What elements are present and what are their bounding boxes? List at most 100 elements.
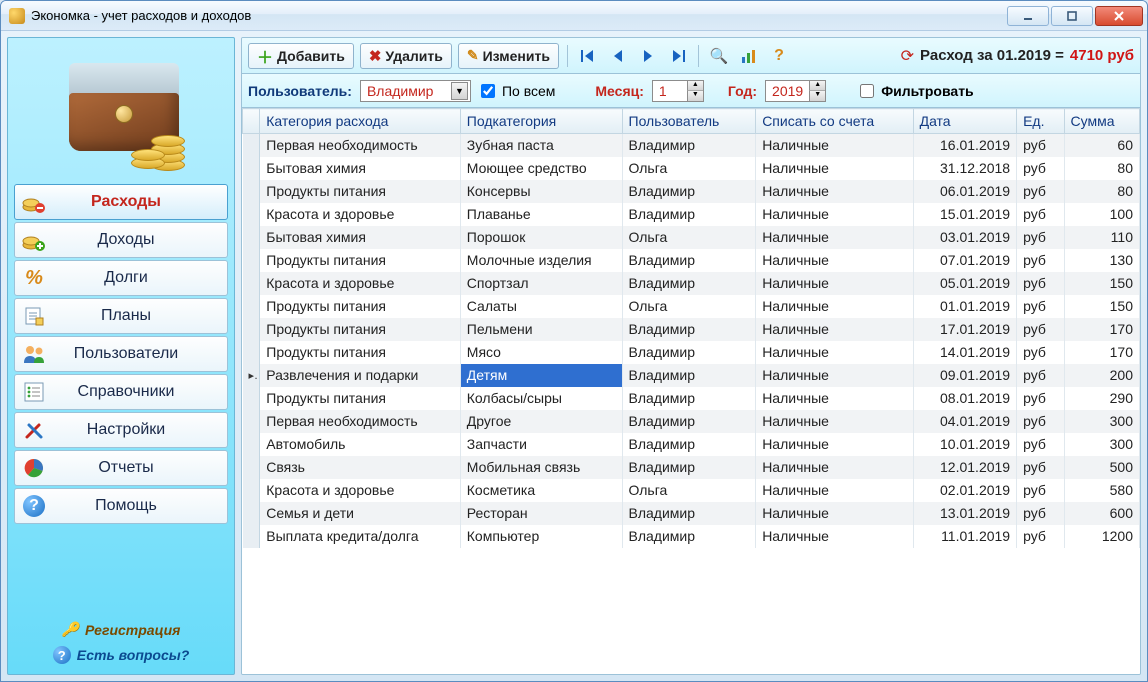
cell-user: Владимир [622,456,756,479]
spinner-up-icon[interactable]: ▲ [809,81,825,91]
add-label: Добавить [277,48,345,64]
delete-button[interactable]: ✖ Удалить [360,43,452,69]
row-marker [243,479,260,502]
cell-category: Красота и здоровье [260,272,461,295]
cell-unit: руб [1017,433,1064,456]
table-row[interactable]: Семья и детиРесторанВладимирНаличные13.0… [243,502,1140,525]
filter-checkbox[interactable]: Фильтровать [856,81,973,101]
cell-unit: руб [1017,157,1064,180]
table-row[interactable]: Выплата кредита/долгаКомпьютерВладимирНа… [243,525,1140,548]
sidebar-item-users[interactable]: Пользователи [14,336,228,372]
cell-unit: руб [1017,272,1064,295]
maximize-button[interactable] [1051,6,1093,26]
col-sum[interactable]: Сумма [1064,109,1139,134]
table-row[interactable]: ▸Развлечения и подаркиДетямВладимирНалич… [243,364,1140,387]
nav-first-button[interactable] [576,45,600,67]
expenses-table[interactable]: Категория расхода Подкатегория Пользоват… [242,108,1140,674]
col-unit[interactable]: Ед. [1017,109,1064,134]
faq-link[interactable]: ? Есть вопросы? [14,642,228,668]
col-account[interactable]: Списать со счета [756,109,913,134]
sidebar-item-notes[interactable]: Планы [14,298,228,334]
help-button[interactable]: ? [767,45,791,67]
cell-unit: руб [1017,387,1064,410]
table-row[interactable]: Первая необходимостьДругоеВладимирНаличн… [243,410,1140,433]
edit-button[interactable]: ✎ Изменить [458,43,559,69]
table-row[interactable]: Продукты питанияМолочные изделияВладимир… [243,249,1140,272]
sidebar-item-label: Отчеты [53,459,199,477]
cell-date: 15.01.2019 [913,203,1017,226]
minimize-button[interactable] [1007,6,1049,26]
cell-subcategory: Консервы [460,180,622,203]
cell-account: Наличные [756,157,913,180]
nav-last-button[interactable] [666,45,690,67]
table-row[interactable]: Бытовая химияПорошокОльгаНаличные03.01.2… [243,226,1140,249]
row-marker [243,456,260,479]
cell-date: 03.01.2019 [913,226,1017,249]
cell-user: Ольга [622,226,756,249]
sidebar-item-help[interactable]: ?Помощь [14,488,228,524]
col-date[interactable]: Дата [913,109,1017,134]
cell-unit: руб [1017,318,1064,341]
table-row[interactable]: Красота и здоровьеПлаваньеВладимирНаличн… [243,203,1140,226]
cell-user: Владимир [622,272,756,295]
row-marker [243,134,260,157]
col-category[interactable]: Категория расхода [260,109,461,134]
tools-icon [21,417,47,443]
table-row[interactable]: Продукты питанияПельмениВладимирНаличные… [243,318,1140,341]
table-row[interactable]: Продукты питанияМясоВладимирНаличные14.0… [243,341,1140,364]
month-spinner[interactable]: 1 ▲▼ [652,80,704,102]
nav-next-button[interactable] [636,45,660,67]
all-users-checkbox-input[interactable] [481,84,495,98]
add-button[interactable]: ＋ Добавить [248,43,354,69]
cell-sum: 300 [1064,410,1139,433]
all-users-checkbox[interactable]: По всем [477,81,555,101]
cell-unit: руб [1017,249,1064,272]
col-user[interactable]: Пользователь [622,109,756,134]
cell-subcategory: Порошок [460,226,622,249]
cell-user: Владимир [622,433,756,456]
spinner-down-icon[interactable]: ▼ [809,91,825,101]
toolbar: ＋ Добавить ✖ Удалить ✎ Изменить [242,38,1140,74]
table-row[interactable]: Продукты питанияСалатыОльгаНаличные01.01… [243,295,1140,318]
filter-checkbox-input[interactable] [860,84,874,98]
table-row[interactable]: Красота и здоровьеКосметикаОльгаНаличные… [243,479,1140,502]
row-marker [243,226,260,249]
table-row[interactable]: Продукты питанияКолбасы/сырыВладимирНали… [243,387,1140,410]
table-row[interactable]: АвтомобильЗапчастиВладимирНаличные10.01.… [243,433,1140,456]
sidebar-item-tools[interactable]: Настройки [14,412,228,448]
sidebar-item-percent[interactable]: %Долги [14,260,228,296]
year-spinner[interactable]: 2019 ▲▼ [765,80,826,102]
nav-prev-button[interactable] [606,45,630,67]
cell-sum: 200 [1064,364,1139,387]
sidebar-item-piechart[interactable]: Отчеты [14,450,228,486]
register-link[interactable]: 🔑 Регистрация [14,617,228,642]
cell-date: 02.01.2019 [913,479,1017,502]
sidebar-item-coins-plus[interactable]: Доходы [14,222,228,258]
cell-unit: руб [1017,203,1064,226]
refresh-icon[interactable]: ⟳ [901,46,914,66]
users-icon [21,341,47,367]
close-button[interactable] [1095,6,1143,26]
delete-label: Удалить [385,48,442,64]
chart-button[interactable] [737,45,761,67]
row-marker [243,410,260,433]
chevron-down-icon: ▼ [451,82,468,100]
sidebar-item-coins-minus[interactable]: Расходы [14,184,228,220]
sidebar-item-list[interactable]: Справочники [14,374,228,410]
table-row[interactable]: Первая необходимостьЗубная пастаВладимир… [243,134,1140,157]
table-row[interactable]: Красота и здоровьеСпортзалВладимирНаличн… [243,272,1140,295]
col-subcategory[interactable]: Подкатегория [460,109,622,134]
table-row[interactable]: СвязьМобильная связьВладимирНаличные12.0… [243,456,1140,479]
table-row[interactable]: Продукты питанияКонсервыВладимирНаличные… [243,180,1140,203]
cell-category: Бытовая химия [260,157,461,180]
cell-category: Продукты питания [260,341,461,364]
cell-user: Владимир [622,387,756,410]
spinner-up-icon[interactable]: ▲ [687,81,703,91]
table-row[interactable]: Бытовая химияМоющее средствоОльгаНаличны… [243,157,1140,180]
search-button[interactable]: 🔍 [707,45,731,67]
year-value: 2019 [766,83,809,99]
cell-user: Владимир [622,410,756,433]
spinner-down-icon[interactable]: ▼ [687,91,703,101]
sidebar-item-label: Долги [53,269,199,287]
user-combo[interactable]: Владимир ▼ [360,80,471,102]
